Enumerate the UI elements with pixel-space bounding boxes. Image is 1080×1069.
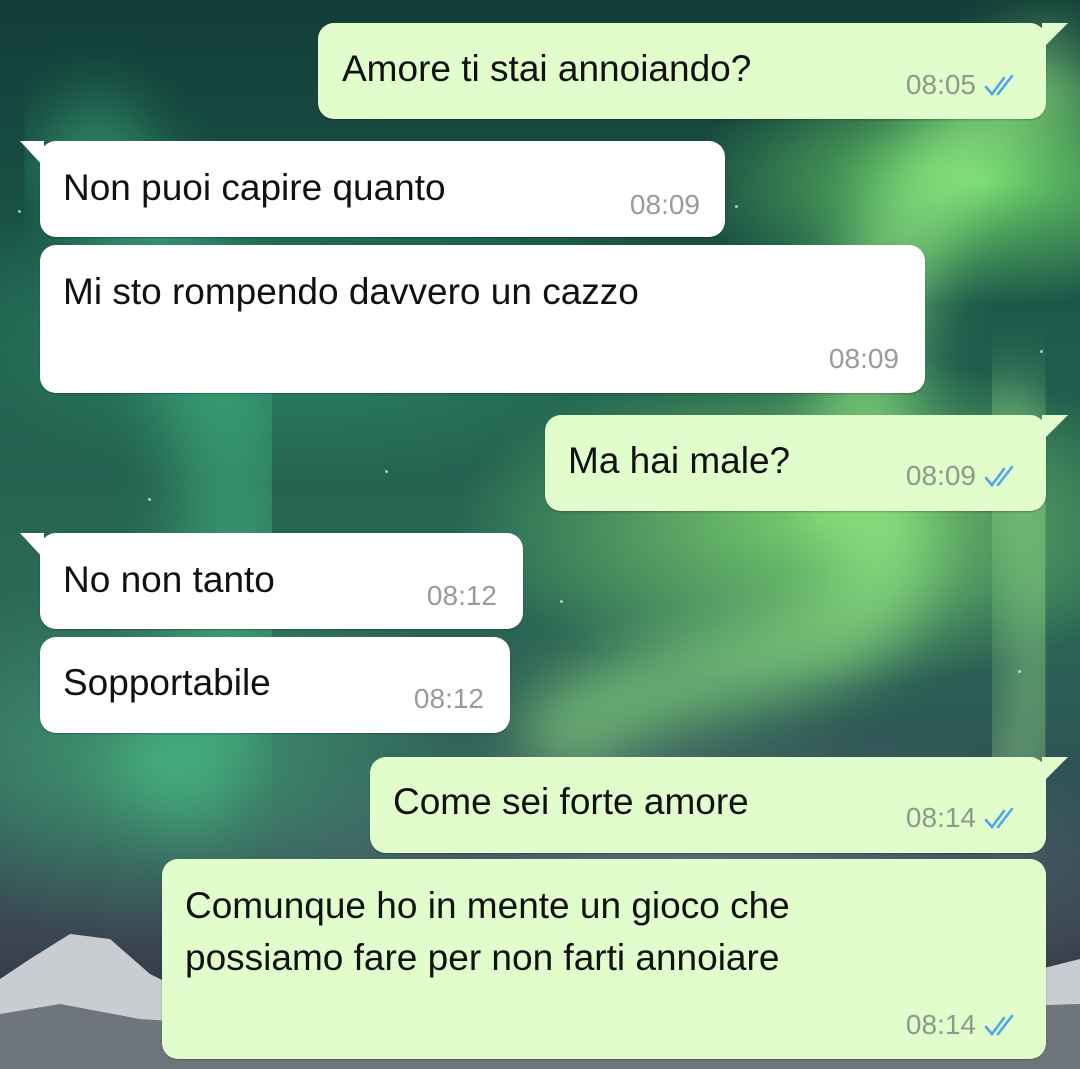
- message-text: Amore ti stai annoiando?: [342, 48, 752, 89]
- message-text: Ma hai male?: [568, 440, 791, 481]
- message-time: 08:09: [828, 343, 899, 374]
- read-ticks-icon: [984, 74, 1014, 97]
- message-meta: 08:12: [427, 580, 497, 612]
- message-meta: 08:05: [906, 69, 1022, 101]
- message-bubble-outgoing[interactable]: Amore ti stai annoiando? 08:05: [318, 23, 1068, 119]
- message-text: No non tanto: [63, 559, 275, 600]
- message-bubble-incoming[interactable]: No non tanto 08:12: [20, 533, 523, 629]
- message-text-line: possiamo fare per non farti annoiare: [185, 937, 780, 978]
- message-text: Sopportabile: [63, 662, 271, 703]
- message-meta: 08:09: [829, 343, 899, 375]
- message-meta: 08:12: [414, 683, 484, 715]
- read-ticks-icon: [984, 465, 1014, 488]
- message-bubble-incoming[interactable]: Sopportabile 08:12: [40, 637, 510, 733]
- message-meta: 08:14: [906, 802, 1022, 834]
- message-time: 08:12: [426, 580, 497, 611]
- message-time: 08:09: [629, 189, 700, 220]
- message-meta: 08:09: [906, 460, 1022, 492]
- message-bubble-outgoing[interactable]: Ma hai male? 08:09: [545, 415, 1068, 511]
- message-text: Come sei forte amore: [393, 781, 749, 822]
- message-meta: 08:09: [630, 189, 700, 221]
- message-text: Mi sto rompendo davvero un cazzo: [63, 271, 639, 312]
- message-bubble-outgoing[interactable]: Comunque ho in mente un gioco che possia…: [162, 859, 1046, 1059]
- message-bubble-incoming[interactable]: Non puoi capire quanto 08:09: [20, 141, 725, 237]
- message-time: 08:09: [905, 460, 976, 491]
- message-meta: 08:14: [906, 1009, 1022, 1041]
- message-time: 08:14: [905, 802, 976, 833]
- message-bubble-incoming[interactable]: Mi sto rompendo davvero un cazzo 08:09: [40, 245, 925, 393]
- read-ticks-icon: [984, 807, 1014, 830]
- message-text-line: Comunque ho in mente un gioco che: [185, 885, 790, 926]
- message-bubble-outgoing[interactable]: Come sei forte amore 08:14: [370, 757, 1068, 853]
- message-time: 08:14: [905, 1009, 976, 1040]
- read-ticks-icon: [984, 1014, 1014, 1037]
- message-text: Non puoi capire quanto: [63, 167, 446, 208]
- message-time: 08:12: [413, 683, 484, 714]
- message-time: 08:05: [905, 69, 976, 100]
